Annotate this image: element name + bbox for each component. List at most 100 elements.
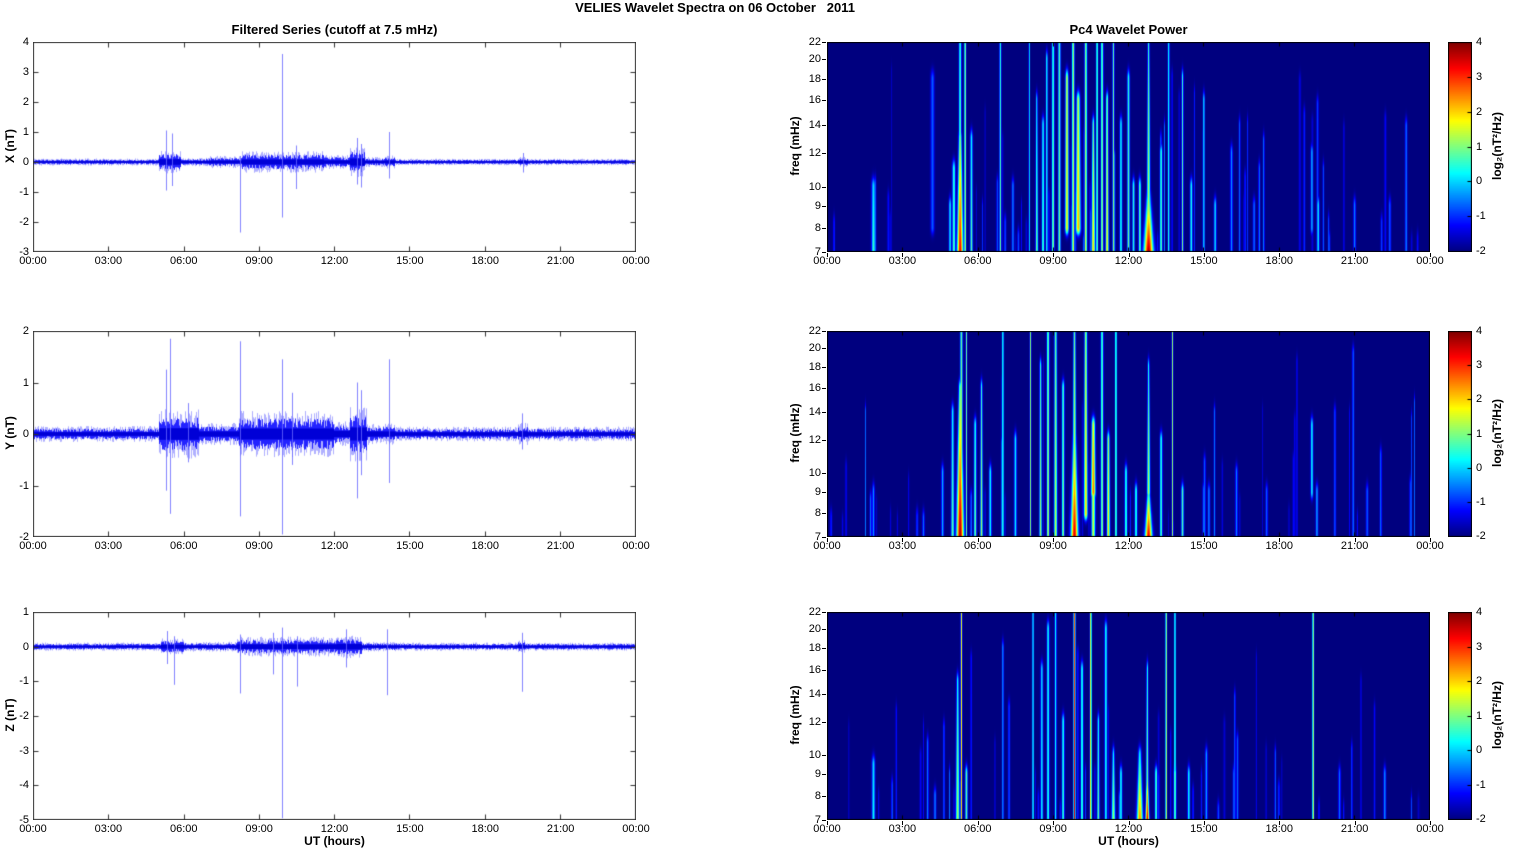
tick-label: 18 xyxy=(808,642,821,655)
tick-label: 15:00 xyxy=(1190,255,1218,267)
tick-label: 12 xyxy=(808,434,821,447)
tick-label: 21:00 xyxy=(546,540,575,552)
tick-label: 18:00 xyxy=(1265,540,1294,552)
tick-label: 1 xyxy=(1476,709,1483,722)
tick-label: 00:00 xyxy=(19,540,47,552)
tick-label: 12 xyxy=(808,147,821,160)
tick-label: 0 xyxy=(22,428,29,440)
tick-label: 00:00 xyxy=(1416,255,1444,267)
tick-label: -1 xyxy=(19,479,29,492)
colorbar-2 xyxy=(1448,331,1472,537)
tick-mark xyxy=(822,670,826,671)
tick-label: 22 xyxy=(808,36,821,48)
tick-label: 2 xyxy=(1476,105,1483,118)
tick-mark xyxy=(822,755,826,756)
tick-label: -3 xyxy=(19,744,29,757)
tick-mark xyxy=(822,820,826,821)
tick-label: 18:00 xyxy=(1265,255,1294,267)
tick-label: 8 xyxy=(814,221,821,234)
tick-label: 10 xyxy=(808,749,821,762)
tick-label: 8 xyxy=(814,506,821,519)
tick-label: 03:00 xyxy=(94,540,123,552)
tick-mark xyxy=(822,125,826,126)
tick-label: 0 xyxy=(22,640,29,653)
tick-mark xyxy=(822,629,826,630)
tick-label: 00:00 xyxy=(1416,540,1444,552)
tick-label: 21:00 xyxy=(1340,540,1369,552)
x-series-panel xyxy=(33,42,636,252)
tick-label: 12:00 xyxy=(320,823,349,835)
Y-filtered-series-canvas xyxy=(33,331,636,537)
tick-mark xyxy=(822,42,826,43)
tick-label: 4 xyxy=(1476,325,1483,337)
tick-label: 06:00 xyxy=(169,823,198,835)
tick-label: 1 xyxy=(22,606,29,618)
tick-label: 14 xyxy=(808,406,821,419)
tick-label: 18:00 xyxy=(471,540,500,552)
tick-mark xyxy=(822,187,826,188)
tick-label: 2 xyxy=(22,325,29,337)
tick-label: 06:00 xyxy=(963,540,992,552)
tick-label: -2 xyxy=(1476,530,1486,542)
tick-label: 16 xyxy=(808,663,821,676)
tick-label: 15:00 xyxy=(396,255,424,267)
tick-label: 14 xyxy=(808,118,821,131)
tick-mark xyxy=(822,648,826,649)
colorbar-canvas xyxy=(1448,42,1472,252)
X-Pc4-wavelet-power-canvas xyxy=(827,42,1430,252)
tick-label: 12:00 xyxy=(320,540,349,552)
tick-label: 21:00 xyxy=(546,823,575,835)
tick-label: 10 xyxy=(808,466,821,479)
x-wavelet-panel xyxy=(827,42,1430,252)
tick-label: -1 xyxy=(1476,210,1486,223)
tick-mark xyxy=(822,252,826,253)
tick-label: 4 xyxy=(1476,36,1483,48)
tick-mark xyxy=(822,473,826,474)
tick-label: 10 xyxy=(808,180,821,193)
tick-mark xyxy=(822,59,826,60)
X-filtered-series-canvas xyxy=(33,42,636,252)
y-wavelet-panel xyxy=(827,331,1430,537)
colorbar-canvas xyxy=(1448,331,1472,537)
tick-label: 20 xyxy=(808,53,821,66)
tick-label: -4 xyxy=(19,779,29,792)
tick-mark xyxy=(822,100,826,101)
z-series-panel xyxy=(33,612,636,820)
tick-label: 06:00 xyxy=(169,255,198,267)
tick-label: 00:00 xyxy=(813,255,841,267)
tick-label: 06:00 xyxy=(963,823,992,835)
tick-label: 18 xyxy=(808,72,821,85)
tick-label: 21:00 xyxy=(1340,823,1369,835)
tick-label: 2 xyxy=(22,96,29,108)
tick-label: 18 xyxy=(808,361,821,374)
tick-label: 18:00 xyxy=(1265,823,1294,835)
tick-label: 2 xyxy=(1476,675,1483,687)
tick-label: 21:00 xyxy=(1340,255,1369,267)
Z-Pc4-wavelet-power-canvas xyxy=(827,612,1430,820)
tick-label: 0 xyxy=(1476,744,1483,756)
tick-label: -1 xyxy=(1476,495,1486,508)
tick-label: -1 xyxy=(19,186,29,198)
tick-label: 9 xyxy=(814,768,821,781)
tick-label: 00:00 xyxy=(19,255,47,267)
tick-label: 06:00 xyxy=(169,540,198,552)
tick-label: 15:00 xyxy=(396,823,424,835)
tick-label: 12:00 xyxy=(1114,823,1143,835)
tick-label: 12:00 xyxy=(1114,540,1143,552)
tick-mark xyxy=(822,612,826,613)
wavelet-power-title: Pc4 Wavelet Power xyxy=(1069,22,1188,37)
xlabel-left: UT (hours) xyxy=(304,834,365,848)
tick-label: -2 xyxy=(1476,245,1486,257)
tick-mark xyxy=(822,79,826,80)
tick-mark xyxy=(822,228,826,229)
tick-label: 9 xyxy=(814,199,821,212)
tick-mark xyxy=(822,537,826,538)
tick-mark xyxy=(822,412,826,413)
xlabel-right: UT (hours) xyxy=(1098,834,1159,848)
tick-label: -2 xyxy=(1476,813,1486,825)
tick-label: 0 xyxy=(1476,175,1483,188)
tick-label: 4 xyxy=(1476,606,1483,618)
filtered-series-title: Filtered Series (cutoff at 7.5 mHz) xyxy=(231,22,438,37)
tick-label: 22 xyxy=(808,325,821,337)
tick-label: 09:00 xyxy=(245,255,273,267)
